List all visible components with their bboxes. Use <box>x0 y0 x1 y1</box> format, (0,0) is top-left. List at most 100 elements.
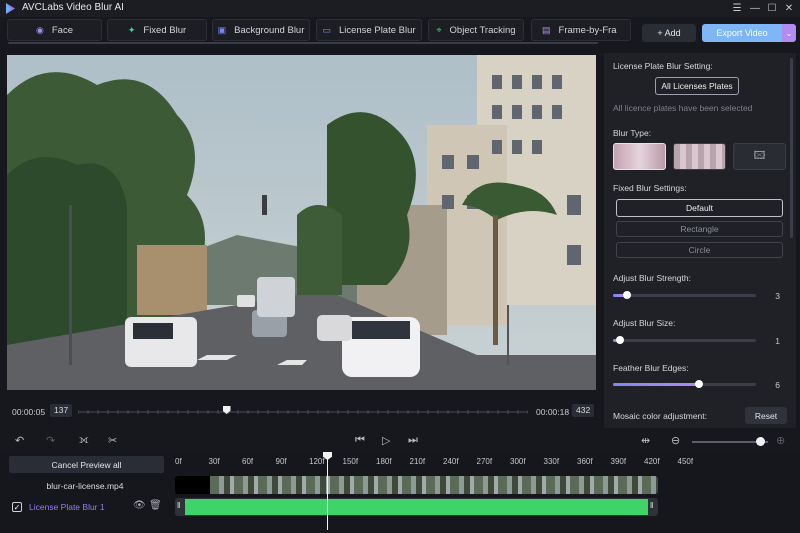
maximize-icon[interactable]: ☐ <box>764 1 780 16</box>
tab-label: License Plate Blur <box>338 24 416 36</box>
ruler-tick: 330f <box>543 457 560 466</box>
trash-icon[interactable]: 🗑 <box>149 500 162 511</box>
mosaic-color-label: Mosaic color adjustment: <box>613 411 708 421</box>
feather-edges-slider[interactable] <box>613 380 756 388</box>
editor-toolbar: ↶ ↷ ⟗ ✂ ⏮ ▷ ⏭ ⇹ ⊖ ⊕ <box>0 432 800 452</box>
eye-icon[interactable]: 👁 <box>133 500 146 511</box>
video-preview[interactable] <box>7 55 596 390</box>
slider-fill <box>613 383 699 386</box>
blur-strength-label: Adjust Blur Strength: <box>613 273 691 283</box>
cancel-preview-button[interactable]: Cancel Preview all <box>9 456 164 473</box>
slider-knob[interactable] <box>616 336 625 344</box>
blur-type-gaussian[interactable] <box>613 143 666 170</box>
ruler-tick: 210f <box>409 457 426 466</box>
close-icon[interactable]: ✕ <box>781 1 797 16</box>
feature-tab-bar: ◉ Face ✦ Fixed Blur ▣ Background Blur ▭ … <box>0 17 640 45</box>
start-time: 00:00:05 <box>12 407 46 417</box>
license-plate-settings-heading: License Plate Blur Setting: <box>613 61 713 71</box>
menu-icon[interactable]: ☰ <box>729 1 745 16</box>
redo-icon[interactable]: ↷ <box>46 434 55 447</box>
player-timeline: 00:00:05 137 00:00:18 432 <box>7 398 596 424</box>
clip-right-handle[interactable]: ‖ <box>650 501 653 510</box>
shape-default-button[interactable]: Default <box>616 199 783 217</box>
zoom-in-icon[interactable]: ⊕ <box>776 434 785 447</box>
blur-type-heading: Blur Type: <box>613 128 652 138</box>
previous-frame-icon[interactable]: ⏮ <box>355 434 365 447</box>
blur-size-label: Adjust Blur Size: <box>613 318 676 328</box>
slider-knob[interactable] <box>623 291 632 299</box>
tab-label: Face <box>51 24 73 36</box>
feather-edges-label: Feather Blur Edges: <box>613 363 689 373</box>
plates-selected-note: All licence plates have been selected <box>613 103 753 113</box>
app-title: AVCLabs Video Blur AI <box>22 2 124 13</box>
blur-size-slider[interactable] <box>613 336 756 344</box>
shape-rectangle-button[interactable]: Rectangle <box>616 221 783 237</box>
blur-clip[interactable]: ‖ ‖ <box>175 498 658 516</box>
add-button[interactable]: + Add <box>642 24 696 42</box>
ruler-tick: 180f <box>376 457 392 466</box>
seek-bar[interactable] <box>78 407 528 417</box>
blur-clip-fill <box>185 499 648 515</box>
fit-timeline-icon[interactable]: ⇹ <box>641 434 650 447</box>
tab-face[interactable]: ◉ Face <box>7 19 102 41</box>
blur-type-mosaic[interactable] <box>673 143 726 170</box>
frame-by-frame-icon: ▤ <box>542 24 551 35</box>
license-plate-icon: ▭ <box>322 24 331 35</box>
slider-knob[interactable] <box>694 380 703 388</box>
tab-object-tracking[interactable]: ⌖ Object Tracking <box>428 19 524 41</box>
reset-button[interactable]: Reset <box>745 407 787 424</box>
tab-label: Frame-by-Fra <box>558 24 617 36</box>
cut-icon[interactable]: ✂ <box>108 434 117 447</box>
panel-scrollbar[interactable] <box>790 58 793 238</box>
fixed-blur-settings-heading: Fixed Blur Settings: <box>613 183 687 193</box>
minimize-icon[interactable]: — <box>747 1 763 16</box>
blur-type-image[interactable]: 🖾 <box>733 143 786 170</box>
playhead[interactable] <box>327 452 328 530</box>
black-frame <box>175 476 210 494</box>
blur-track-name[interactable]: License Plate Blur 1 <box>29 502 105 512</box>
end-time: 00:00:18 <box>536 407 570 417</box>
ruler-tick: 270f <box>476 457 493 466</box>
object-tracking-icon: ⌖ <box>436 24 442 35</box>
shape-circle-button[interactable]: Circle <box>616 242 783 258</box>
fixed-blur-icon: ✦ <box>127 24 136 35</box>
tab-scrollbar[interactable] <box>8 42 598 44</box>
tab-fixed-blur[interactable]: ✦ Fixed Blur <box>107 19 207 41</box>
settings-panel: License Plate Blur Setting: All Licenses… <box>604 53 796 428</box>
video-track-label: blur-car-license.mp4 <box>46 481 124 491</box>
ruler-tick: 60f <box>242 457 254 466</box>
undo-icon[interactable]: ↶ <box>15 434 24 447</box>
ruler-tick: 30f <box>208 457 220 466</box>
tab-label: Object Tracking <box>449 24 516 36</box>
zoom-slider-knob[interactable] <box>756 437 766 446</box>
feather-edges-value: 6 <box>775 380 780 390</box>
ruler-tick: 420f <box>644 457 660 466</box>
background-blur-icon: ▣ <box>217 24 227 35</box>
frame-ruler[interactable]: 0f 30f 60f 90f 120f 150f 180f 210f 240f 270f 300f 3… <box>170 456 693 472</box>
tab-background-blur[interactable]: ▣ Background Blur <box>212 19 310 41</box>
ruler-tick: 150f <box>342 457 359 466</box>
export-video-button[interactable]: Export Video <box>702 24 782 42</box>
blur-strength-slider[interactable] <box>613 291 756 299</box>
face-blur-icon: ◉ <box>36 24 44 35</box>
filmstrip-frames <box>210 476 658 494</box>
export-dropdown-icon[interactable]: ⌄ <box>782 24 796 42</box>
ruler-tick: 90f <box>275 457 287 466</box>
play-icon[interactable]: ▷ <box>382 434 390 447</box>
tab-label: Fixed Blur <box>143 24 187 36</box>
video-filmstrip[interactable] <box>175 476 658 494</box>
blur-strength-value: 3 <box>775 291 780 301</box>
next-frame-icon[interactable]: ⏭ <box>408 434 418 447</box>
split-icon[interactable]: ⟗ <box>79 434 89 447</box>
ruler-tick: 360f <box>577 457 593 466</box>
tab-license-plate-blur[interactable]: ▭ License Plate Blur <box>316 19 422 41</box>
start-frame: 137 <box>50 404 73 417</box>
blur-size-value: 1 <box>775 336 780 346</box>
blur-track-row: ✓ License Plate Blur 1 👁 🗑 <box>9 499 164 517</box>
clip-left-handle[interactable]: ‖ <box>177 501 180 510</box>
zoom-out-icon[interactable]: ⊖ <box>671 434 680 447</box>
all-license-plates-button[interactable]: All Licenses Plates <box>655 77 739 95</box>
tab-frame-by-frame[interactable]: ▤ Frame-by-Fra <box>531 19 631 41</box>
app-logo-icon <box>6 3 15 14</box>
track-checkbox[interactable]: ✓ <box>12 502 22 512</box>
